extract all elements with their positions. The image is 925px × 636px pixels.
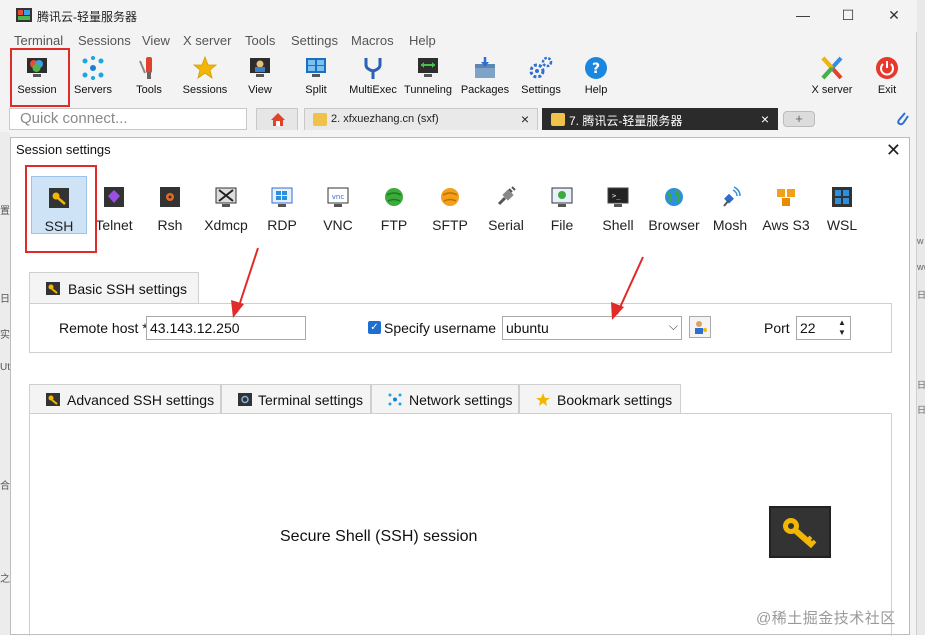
annotation-arrows [231, 247, 644, 320]
arrow-to-remote-host [236, 247, 259, 313]
watermark: @稀土掘金技术社区 [756, 610, 896, 627]
arrow-to-username [616, 256, 644, 315]
arrowhead-remote-host [231, 300, 244, 318]
